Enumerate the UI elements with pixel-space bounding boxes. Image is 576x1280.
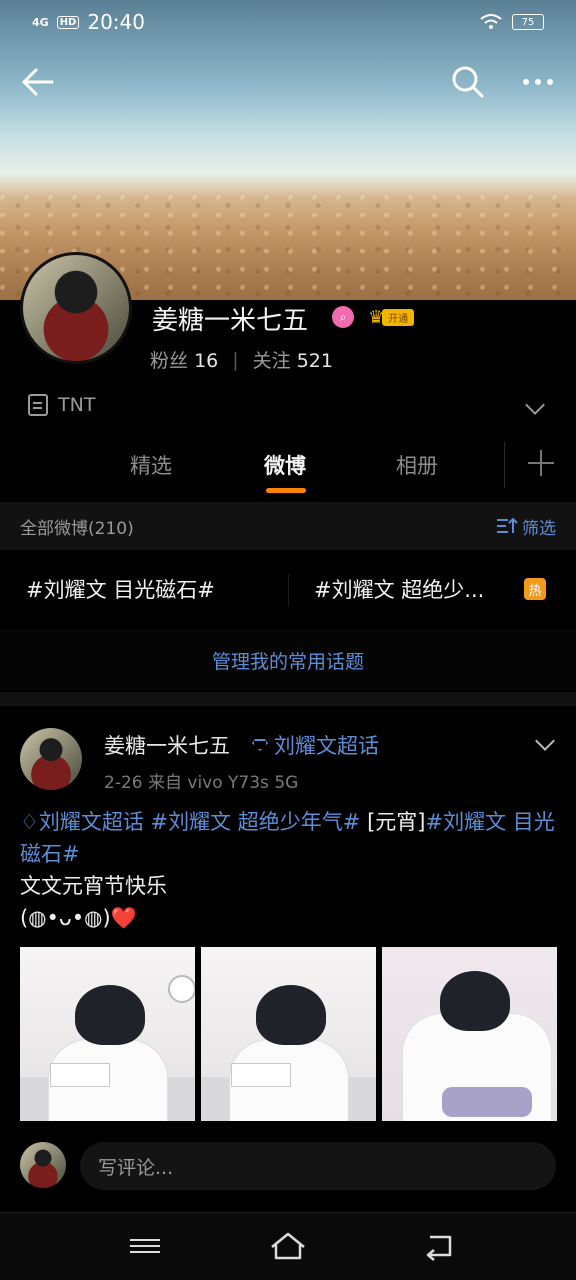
more-dot	[523, 79, 529, 85]
add-tab-button[interactable]	[526, 448, 556, 478]
follow-stats: 粉丝 16 | 关注 521	[150, 346, 333, 373]
intro-text: TNT	[58, 394, 96, 416]
photo-person	[256, 985, 326, 1045]
filter-icon	[497, 517, 518, 533]
follow-stat[interactable]: 关注 521	[253, 346, 333, 373]
topic-divider	[288, 574, 289, 606]
post-photo[interactable]	[382, 947, 557, 1121]
more-dot	[535, 79, 541, 85]
tab-divider	[504, 442, 505, 488]
home-icon[interactable]	[270, 1231, 306, 1261]
topic-strip: #刘耀文 目光磁石# #刘耀文 超绝少...	[0, 552, 576, 628]
more-dot	[547, 79, 553, 85]
tab-weibo[interactable]: 微博	[264, 450, 306, 480]
battery-icon: 75	[512, 14, 544, 30]
network-indicator: 4G	[32, 15, 49, 29]
photo-person	[440, 971, 510, 1031]
tab-album[interactable]: 相册	[396, 450, 438, 480]
supertopic-label: 刘耀文超话	[274, 734, 379, 758]
profile-tabs: 精选 微博 相册	[0, 436, 576, 496]
post-body: ♢刘耀文超话 #刘耀文 超绝少年气# [元宵]#刘耀文 目光磁石# 文文元宵节快…	[20, 806, 556, 934]
back-arrow-icon	[22, 68, 54, 96]
filter-label: 筛选	[522, 518, 556, 539]
post-emoji-text: [元宵]	[367, 810, 426, 834]
more-button[interactable]	[516, 62, 560, 102]
member-badge-icon[interactable]: ⌕	[332, 306, 354, 328]
clock: 20:40	[87, 10, 145, 34]
post-link-supertopic[interactable]: 刘耀文超话	[39, 810, 144, 834]
stat-divider: |	[232, 348, 239, 371]
commenter-avatar	[20, 1142, 66, 1188]
post-photos	[20, 947, 557, 1121]
filter-bar: 全部微博(210) 筛选	[0, 502, 576, 550]
topic-chip[interactable]: #刘耀文 超绝少...	[314, 574, 484, 604]
back-icon[interactable]	[422, 1233, 456, 1261]
post-text-line: 文文元宵节快乐	[20, 874, 167, 898]
top-bar	[0, 58, 576, 106]
vip-badge[interactable]: ♛ 开通	[368, 306, 415, 328]
post-photo[interactable]	[201, 947, 376, 1121]
chevron-down-icon	[525, 395, 545, 415]
post-text-line: (◍•ᴗ•◍)❤️	[20, 906, 137, 930]
wifi-icon	[480, 14, 502, 29]
document-icon	[28, 394, 48, 416]
clock-prop	[168, 975, 195, 1003]
post-link-topic[interactable]: #刘耀文 超绝少年气#	[151, 810, 361, 834]
post-text-line: ♢刘耀文超话 #刘耀文 超绝少年气# [元宵]#刘耀文 目光磁石#	[20, 806, 556, 870]
search-icon	[452, 66, 484, 98]
supertopic-icon	[252, 739, 268, 751]
system-nav-bar	[0, 1212, 576, 1280]
photo-pants	[442, 1087, 532, 1117]
post-meta: 2-26 来自 vivo Y73s 5G	[104, 773, 299, 793]
fans-label: 粉丝	[150, 350, 189, 372]
menu-button[interactable]	[130, 1235, 160, 1259]
fans-count: 16	[194, 350, 219, 372]
menu-line	[130, 1245, 160, 1247]
post-avatar[interactable]	[20, 728, 82, 790]
post-menu-chevron-icon[interactable]	[535, 731, 555, 751]
profile-avatar[interactable]	[20, 252, 132, 364]
photo-person	[75, 985, 145, 1045]
comment-input[interactable]: 写评论...	[80, 1142, 556, 1190]
status-bar: 4G HD 20:40 75	[0, 0, 576, 44]
photo-box	[231, 1063, 291, 1087]
profile-name: 姜糖一米七五	[152, 306, 309, 336]
menu-line	[130, 1239, 160, 1241]
photo-box	[50, 1063, 110, 1087]
hd-indicator: HD	[56, 15, 80, 29]
section-gap	[0, 692, 576, 706]
tab-featured[interactable]: 精选	[130, 450, 172, 480]
active-tab-indicator	[266, 488, 306, 493]
manage-topics-link[interactable]: 管理我的常用话题	[0, 630, 576, 690]
search-button[interactable]	[448, 62, 488, 102]
supertopic-inline-icon: ♢	[20, 810, 39, 834]
fans-stat[interactable]: 粉丝 16	[150, 346, 218, 373]
filter-button[interactable]: 筛选	[496, 514, 556, 539]
all-posts-count: 全部微博(210)	[20, 518, 134, 539]
post-supertopic[interactable]: 刘耀文超话	[252, 730, 379, 760]
vip-open-label: 开通	[382, 308, 415, 326]
follow-count: 521	[296, 350, 333, 372]
back-button[interactable]	[18, 62, 58, 102]
post-photo[interactable]	[20, 947, 195, 1121]
hot-badge: 热	[524, 578, 546, 600]
post-username[interactable]: 姜糖一米七五	[104, 730, 230, 760]
profile-intro[interactable]: TNT	[0, 384, 576, 426]
topic-chip[interactable]: #刘耀文 目光磁石#	[26, 574, 215, 604]
follow-label: 关注	[252, 350, 291, 372]
comment-bar: 写评论...	[0, 1140, 576, 1192]
menu-line	[130, 1251, 160, 1253]
